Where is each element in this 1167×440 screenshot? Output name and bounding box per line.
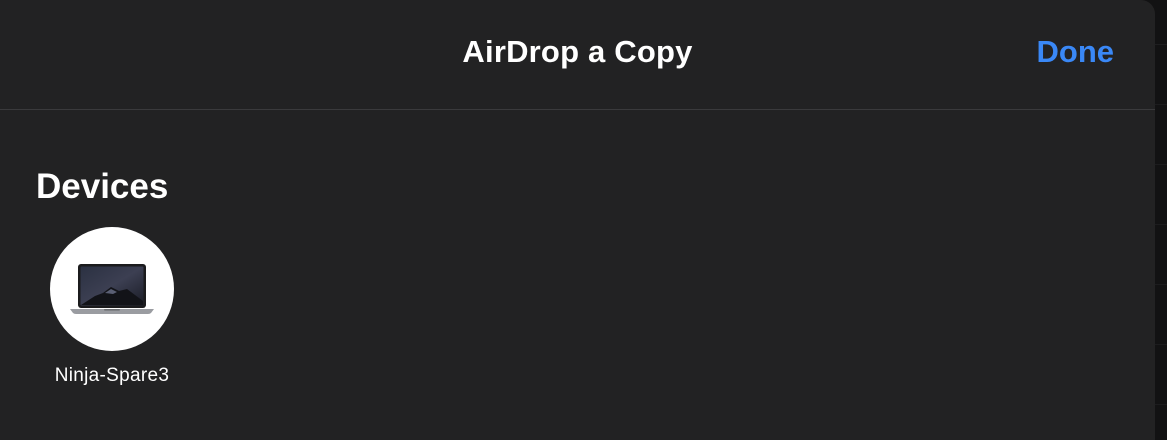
background-list <box>1155 44 1167 440</box>
airdrop-sheet: AirDrop a Copy Done Devices Ninja-Spare3 <box>0 0 1155 440</box>
sheet-title: AirDrop a Copy <box>462 34 693 69</box>
device-label: Ninja-Spare3 <box>54 365 170 386</box>
device-avatar[interactable] <box>50 227 174 351</box>
done-button[interactable]: Done <box>1037 34 1115 70</box>
macbook-icon <box>70 264 154 314</box>
devices-section-title: Devices <box>36 167 169 206</box>
sheet-header: AirDrop a Copy Done <box>0 0 1155 110</box>
device-item[interactable]: Ninja-Spare3 <box>40 227 184 387</box>
